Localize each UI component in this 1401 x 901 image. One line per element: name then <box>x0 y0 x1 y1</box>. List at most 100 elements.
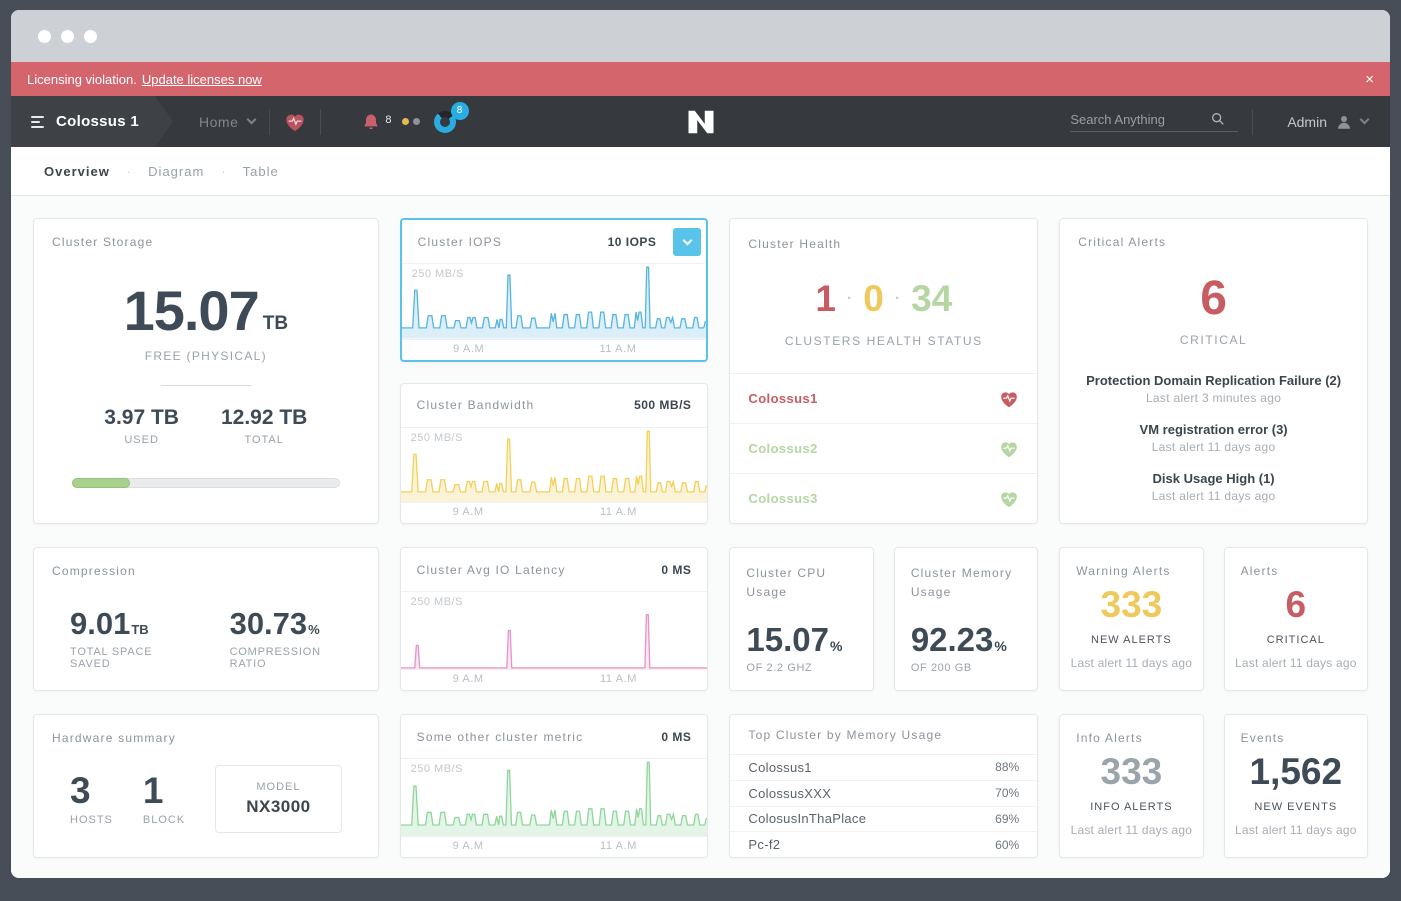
top-memory-row[interactable]: Pc-f2 60% <box>730 832 1037 857</box>
space-saved-value: 9.01 <box>70 608 130 639</box>
cpu-usage-unit: % <box>830 638 842 654</box>
chart-x-axis: 9 A.M 11 A.M <box>401 669 708 690</box>
banner-close-icon[interactable]: × <box>1365 71 1374 88</box>
tab-table[interactable]: Table <box>243 164 279 179</box>
memory-usage-value: 92.23 <box>911 623 994 656</box>
alerts-card: Alerts 6 CRITICAL Last alert 11 days ago <box>1224 547 1368 691</box>
window-control-maximize[interactable] <box>84 30 97 43</box>
header-divider <box>269 109 270 135</box>
cluster-breadcrumb[interactable]: Colossus 1 <box>11 96 173 147</box>
usage-cards: Cluster CPU Usage 15.07 % OF 2.2 GHZ Clu… <box>729 547 1038 691</box>
storage-total-value: 12.92 TB <box>221 406 307 430</box>
chart-gridline-label: 250 MB/S <box>411 596 463 608</box>
compression-ratio-unit: % <box>308 622 320 637</box>
search-input[interactable] <box>1070 112 1210 127</box>
alerts-bell-button[interactable]: 8 <box>361 112 419 132</box>
cluster-row-pct: 88% <box>995 760 1019 774</box>
bell-icon <box>361 112 381 132</box>
dashboard-grid: Cluster Storage 15.07 TB FREE (PHYSICAL)… <box>11 196 1390 878</box>
menu-icon[interactable] <box>31 116 44 128</box>
alert-item-time: Last alert 3 minutes ago <box>1086 391 1341 405</box>
app-header: Colossus 1 Home 8 8 <box>11 96 1390 147</box>
hosts-label: HOSTS <box>70 814 113 826</box>
other-metric-card: Some other cluster metric 0 MS 250 MB/S … <box>400 714 709 858</box>
heart-pulse-icon <box>999 490 1019 508</box>
alert-item[interactable]: Protection Domain Replication Failure (2… <box>1086 373 1341 405</box>
health-row-colossus2[interactable]: Colossus2 <box>730 423 1037 473</box>
alert-item[interactable]: Disk Usage High (1) Last alert 11 days a… <box>1152 471 1276 503</box>
info-alerts-card: Info Alerts 333 INFO ALERTS Last alert 1… <box>1059 714 1203 858</box>
hosts-count: 3 <box>70 772 113 809</box>
tab-diagram[interactable]: Diagram <box>148 164 204 179</box>
health-heart-button[interactable] <box>284 112 306 132</box>
alert-item-title: Protection Domain Replication Failure (2… <box>1086 373 1341 388</box>
nutanix-logo <box>686 109 716 135</box>
alert-summary-cards: Warning Alerts 333 NEW ALERTS Last alert… <box>1059 547 1368 691</box>
health-row-colossus1[interactable]: Colossus1 <box>730 373 1037 423</box>
dot-separator: · <box>847 290 852 308</box>
other-metric-value: 0 MS <box>661 730 691 744</box>
cluster-row-name: ColosusInThaPlace <box>748 811 866 826</box>
health-good-count: 34 <box>911 278 952 320</box>
tasks-progress-button[interactable]: 8 <box>434 111 456 133</box>
chart-column: Cluster IOPS 10 IOPS 250 MB/S 9 A.M 11 A… <box>400 218 709 524</box>
storage-free-label: FREE (PHYSICAL) <box>145 349 267 363</box>
browser-window: Licensing violation. Update licenses now… <box>11 10 1390 878</box>
events-label: NEW EVENTS <box>1254 801 1337 813</box>
compression-ratio-label: COMPRESSION RATIO <box>230 646 342 670</box>
alerts-count: 6 <box>1286 586 1307 623</box>
admin-user-menu[interactable]: Admin <box>1287 113 1368 131</box>
card-title: Warning Alerts <box>1070 564 1170 578</box>
card-title: Alerts <box>1235 564 1279 578</box>
window-control-close[interactable] <box>38 30 51 43</box>
x-tick: 11 A.M <box>600 840 637 852</box>
iops-chart: 250 MB/S <box>402 264 707 339</box>
chevron-down-icon <box>1360 115 1370 125</box>
latency-chart: 250 MB/S <box>401 592 708 669</box>
status-dots <box>402 118 420 125</box>
card-title: Cluster Storage <box>52 235 153 249</box>
events-count: 1,562 <box>1250 753 1343 790</box>
alert-item[interactable]: VM registration error (3) Last alert 11 … <box>1140 422 1288 454</box>
card-title: Cluster Avg IO Latency <box>417 563 566 577</box>
iops-dropdown-button[interactable] <box>673 228 701 256</box>
health-row-colossus3[interactable]: Colossus3 <box>730 473 1037 523</box>
license-banner-message: Licensing violation. <box>27 72 137 87</box>
critical-count-label: CRITICAL <box>1180 333 1247 347</box>
top-memory-row[interactable]: Colossus1 88% <box>730 755 1037 781</box>
nav-home-dropdown[interactable]: Home <box>199 114 255 130</box>
card-title: Cluster Health <box>748 237 841 251</box>
cluster-row-name: Colossus1 <box>748 391 817 406</box>
alert-item-time: Last alert 11 days ago <box>1140 440 1288 454</box>
cluster-row-name: Pc-f2 <box>748 837 780 852</box>
card-title: Cluster IOPS <box>418 235 502 249</box>
compression-card: Compression 9.01 TB TOTAL SPACE SAVED 30… <box>33 547 379 691</box>
card-title: Some other cluster metric <box>417 730 584 744</box>
latency-current-value: 0 MS <box>661 563 691 577</box>
storage-used-value: 3.97 TB <box>104 406 179 430</box>
chart-gridline-label: 250 MB/S <box>411 432 463 444</box>
info-alerts-label: INFO ALERTS <box>1090 801 1172 813</box>
window-control-minimize[interactable] <box>61 30 74 43</box>
storage-free-value: 15.07 <box>124 283 259 339</box>
memory-usage-unit: % <box>994 638 1006 654</box>
search-box <box>1070 111 1238 132</box>
tab-overview[interactable]: Overview <box>44 164 110 179</box>
model-box: MODEL NX3000 <box>215 765 341 833</box>
other-metric-chart: 250 MB/S <box>401 759 708 836</box>
info-alerts-count: 333 <box>1101 753 1163 790</box>
cluster-bandwidth-card: Cluster Bandwidth 500 MB/S 250 MB/S 9 A.… <box>400 383 709 525</box>
x-tick: 9 A.M <box>453 506 484 518</box>
cluster-row-pct: 70% <box>995 786 1019 800</box>
search-icon[interactable] <box>1210 111 1226 127</box>
heart-pulse-icon <box>999 440 1019 458</box>
top-memory-row[interactable]: ColossusXXX 70% <box>730 781 1037 807</box>
chevron-down-icon <box>247 115 257 125</box>
top-memory-row[interactable]: ColosusInThaPlace 69% <box>730 807 1037 833</box>
window-titlebar <box>11 10 1390 62</box>
update-licenses-link[interactable]: Update licenses now <box>142 72 262 87</box>
warning-alerts-count: 333 <box>1101 586 1163 623</box>
cluster-storage-card: Cluster Storage 15.07 TB FREE (PHYSICAL)… <box>33 218 379 524</box>
x-tick: 9 A.M <box>453 343 484 355</box>
cluster-row-name: Colossus2 <box>748 441 817 456</box>
